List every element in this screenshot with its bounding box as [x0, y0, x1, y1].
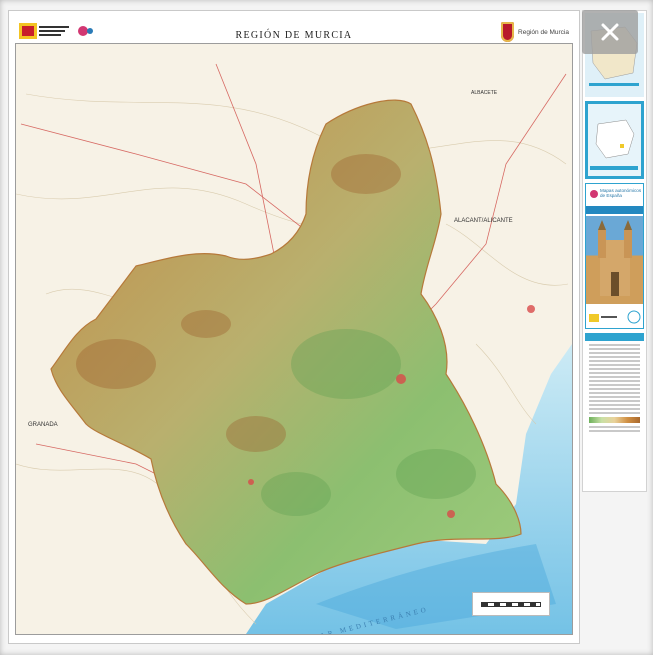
map-label-alicante: ALACANT/ALICANTE [454, 218, 513, 224]
close-button[interactable] [582, 10, 638, 54]
map-title: REGIÓN DE MURCIA [235, 30, 353, 41]
topographic-map: GRANADA ALACANT/ALICANTE ALBACETE MAR ME… [16, 44, 572, 634]
map-frame: GRANADA ALACANT/ALICANTE ALBACETE MAR ME… [15, 43, 573, 635]
scale-legend [472, 592, 550, 616]
map-label-albacete: ALBACETE [471, 90, 498, 96]
map-sheet: REGIÓN DE MURCIA Región de Murcia GRANAD… [8, 10, 580, 644]
region-crest-icon [501, 22, 515, 42]
thumbnail-spain-map[interactable] [585, 101, 644, 179]
region-logo-text: Región de Murcia [518, 28, 569, 36]
map-label-granada: GRANADA [28, 422, 58, 428]
region-logo: Región de Murcia [501, 19, 569, 45]
thumbnail-cover[interactable]: Mapas autonómicos de España [585, 183, 644, 329]
cover-heading: Mapas autonómicos de España [600, 188, 642, 198]
close-icon [601, 23, 619, 41]
pin-icon [590, 190, 598, 198]
side-panel: Mapas autonómicos de España [582, 10, 647, 492]
cover-photo [586, 216, 643, 304]
thumbnail-info-sheet[interactable] [585, 333, 644, 488]
image-viewer: REGIÓN DE MURCIA Región de Murcia GRANAD… [0, 0, 653, 655]
